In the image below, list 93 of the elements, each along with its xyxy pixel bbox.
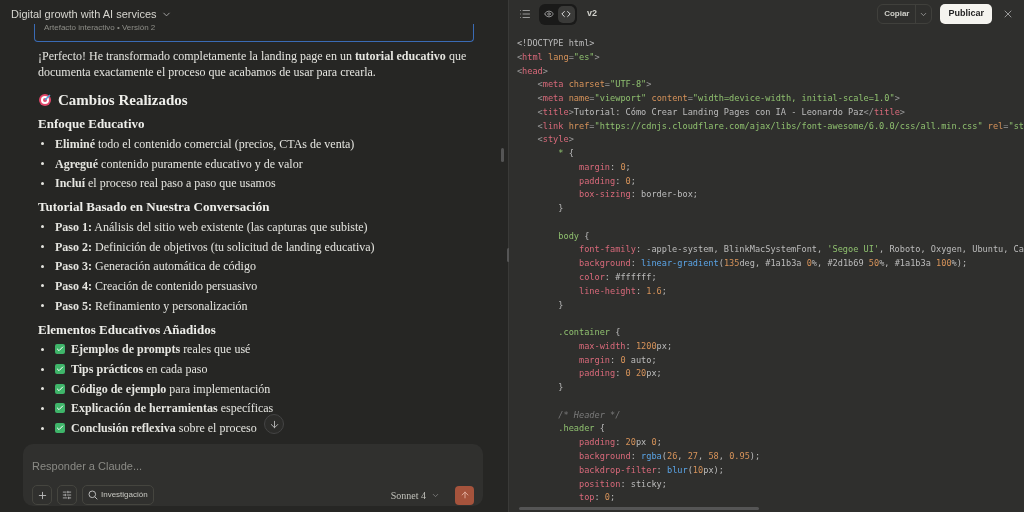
arrow-down-icon <box>268 418 280 430</box>
bullet-icon <box>41 225 44 229</box>
checkmark-icon <box>55 403 65 414</box>
section-heading: Cambios Realizados <box>58 90 188 110</box>
list-item-text: Paso 3: Generación automática de código <box>55 258 256 276</box>
list-icon[interactable] <box>518 8 531 20</box>
resize-handle[interactable] <box>506 248 510 262</box>
search-icon <box>88 490 98 500</box>
code-line: <style> <box>536 133 575 147</box>
code-line: max-width: 1200px; <box>577 339 674 353</box>
list-item-text: Conclusión reflexiva sobre el proceso <box>71 420 257 438</box>
code-line: <html lang="es"> <box>516 50 601 64</box>
code-line: <head> <box>516 64 549 78</box>
horizontal-scrollbar[interactable] <box>518 507 759 510</box>
arrow-up-icon <box>459 490 470 500</box>
code-line: margin: 0 auto; <box>577 353 658 367</box>
code-line: <title>Tutorial: Cómo Crear Landing Pages con IA - Leonardo Paz</title> <box>536 105 906 119</box>
list-item-text: Eliminé todo el contenido comercial (precios, CTAs de venta) <box>55 135 355 153</box>
code-line: color: #ffffff; <box>577 271 658 284</box>
code-line: <!DOCTYPE html> <box>516 37 596 50</box>
list-item-text: Ejemplos de prompts reales que usé <box>71 341 251 359</box>
artifact-caption: Artefacto interactivo • Versión 2 <box>44 24 156 33</box>
code-line: padding: 20px 0; <box>577 436 663 450</box>
code-line: <meta name="viewport" content="width=device-width, initial-scale=1.0"> <box>536 92 901 106</box>
bullet-icon <box>41 142 44 146</box>
bullet-icon <box>41 304 44 308</box>
code-line: } <box>557 202 565 216</box>
code-icon <box>561 9 572 19</box>
subsection-heading: Elementos Educativos Añadidos <box>38 320 217 339</box>
code-line: * { <box>557 147 575 161</box>
tools-button[interactable] <box>57 485 77 505</box>
code-line: font-family: -apple-system, BlinkMacSystemFont, 'Segoe UI', Roboto, Oxygen, Ubuntu, Ca <box>577 243 1024 257</box>
code-line: position: sticky; <box>577 477 668 491</box>
list-item-text: Agregué contenido puramente educativo y de valor <box>55 155 303 173</box>
target-icon <box>38 93 52 107</box>
close-icon[interactable] <box>1002 8 1014 20</box>
code-line: body { <box>557 229 591 243</box>
checkmark-icon <box>55 423 65 434</box>
code-line: padding: 0; <box>577 174 637 188</box>
artifact-card[interactable]: Artefacto interactivo • Versión 2 <box>34 24 474 42</box>
reply-input[interactable]: Responder a Claude... <box>32 458 474 475</box>
version-label: v2 <box>586 7 597 21</box>
bullet-icon <box>41 245 44 249</box>
code-line: margin: 0; <box>577 160 632 174</box>
checkmark-icon <box>55 344 65 355</box>
message-paragraph: ¡Perfecto! He transformado completamente la landing page en un tutorial educativo que documenta exactamente el proceso que acabamos de usar para crearla. <box>38 48 468 80</box>
code-line: backdrop-filter: blur(10px); <box>577 463 725 477</box>
code-line: .header { <box>557 422 606 436</box>
code-line: padding: 0 20px; <box>577 367 663 381</box>
code-line: /* Header */ <box>557 408 622 422</box>
plus-icon <box>36 489 48 501</box>
list-item-text: Incluí el proceso real paso a paso que usamos <box>55 175 276 193</box>
bullet-icon <box>41 426 44 430</box>
code-line: } <box>557 298 565 312</box>
code-tab[interactable] <box>557 5 575 23</box>
subsection-heading: Tutorial Basado en Nuestra Conversación <box>38 198 271 217</box>
bullet-icon <box>41 367 44 371</box>
code-line: line-height: 1.6; <box>577 284 668 298</box>
list-item-text: Paso 4: Creación de contenido persuasivo <box>55 277 258 295</box>
list-item-text: Tips prácticos en cada paso <box>71 361 208 379</box>
bullet-icon <box>41 264 44 268</box>
code-line: .container { <box>557 326 622 340</box>
list-item-text: Paso 1: Análisis del sitio web existente (las capturas que subiste) <box>55 218 368 236</box>
bullet-icon <box>41 406 44 410</box>
publish-button[interactable]: Publicar <box>940 4 992 24</box>
sliders-icon <box>62 490 72 500</box>
research-button[interactable]: Investigación <box>82 485 154 505</box>
chat-title[interactable]: Digital growth with AI services <box>11 5 157 23</box>
scroll-down-button[interactable] <box>264 414 284 434</box>
send-button[interactable] <box>455 485 474 505</box>
code-line: } <box>557 381 565 395</box>
checkmark-icon <box>55 383 65 394</box>
checkmark-icon <box>55 364 65 375</box>
subsection-heading: Enfoque Educativo <box>38 115 146 133</box>
bullet-icon <box>41 162 44 166</box>
code-line: background: rgba(26, 27, 58, 0.95); <box>577 449 762 463</box>
add-button[interactable] <box>32 485 52 505</box>
list-item-text: Paso 2: Definición de objetivos (tu solicitud de landing educativa) <box>55 238 375 256</box>
bullet-icon <box>41 347 44 351</box>
code-line: <meta charset="UTF-8"> <box>536 78 653 92</box>
bullet-icon <box>41 284 44 288</box>
code-line: <link href="https://cdnjs.cloudflare.com/ajax/libs/font-awesome/6.0.0/css/all.min.css" rel="st <box>536 119 1024 133</box>
list-item-text: Explicación de herramientas específicas <box>71 400 274 418</box>
code-line: background: linear-gradient(135deg, #1a1b3a 0%, #2d1b69 50%, #1a1b3a 100%); <box>577 257 969 271</box>
code-line: top: 0; <box>577 491 617 505</box>
code-line: box-sizing: border-box; <box>577 188 699 202</box>
eye-icon <box>544 9 555 19</box>
model-selector[interactable]: Sonnet 4 <box>390 487 440 503</box>
list-item-text: Paso 5: Refinamiento y personalización <box>55 297 248 315</box>
bullet-icon <box>41 181 44 185</box>
scrollbar[interactable] <box>500 148 504 162</box>
list-item-text: Código de ejemplo para implementación <box>71 380 271 398</box>
bullet-icon <box>41 387 44 391</box>
